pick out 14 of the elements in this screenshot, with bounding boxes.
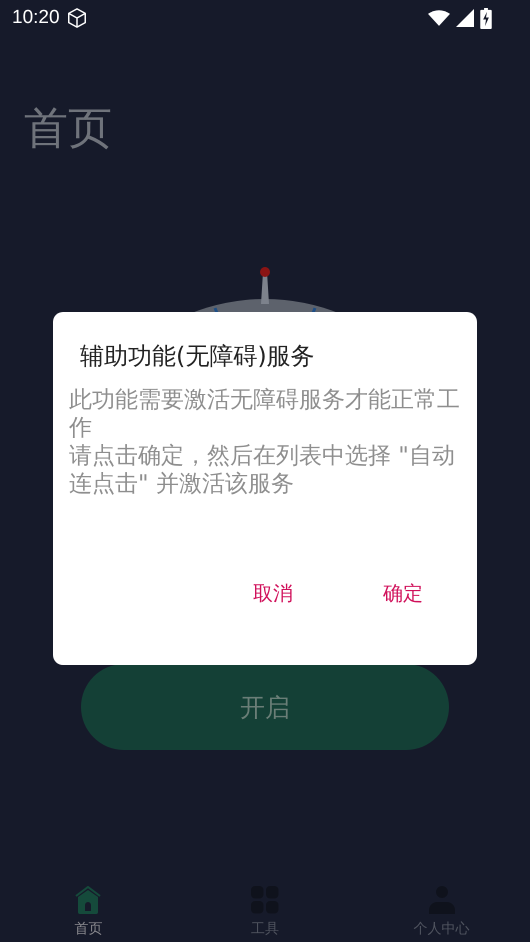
dialog-button[interactable]: 确定: [377, 576, 429, 611]
signal-icon: [456, 9, 474, 27]
wifi-icon: [428, 10, 450, 26]
start-button[interactable]: 开启: [81, 664, 449, 750]
cube-icon: [66, 7, 88, 29]
status-time: 10:20: [12, 7, 60, 29]
nav-tab[interactable]: 首页: [0, 860, 177, 942]
battery-charging-icon: [480, 8, 492, 28]
home-icon: [75, 886, 102, 914]
dialog-button[interactable]: 取消: [247, 576, 299, 611]
dialog-message: 此功能需要激活无障碍服务才能正常工作: [69, 386, 461, 442]
page-title: 首页: [24, 102, 112, 156]
dialog-message: 请点击确定，然后在列表中选择 "自动连点击" 并激活该服务: [69, 442, 456, 498]
dialog-title: 辅助功能(无障碍)服务: [80, 341, 316, 372]
